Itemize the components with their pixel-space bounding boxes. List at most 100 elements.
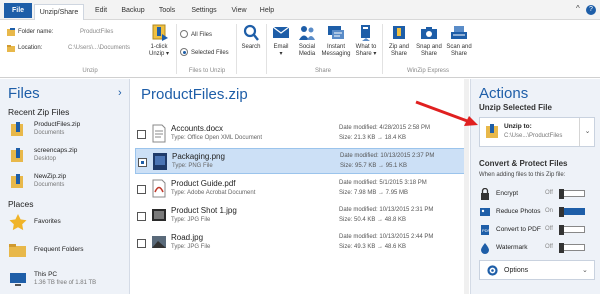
photo-icon bbox=[480, 208, 490, 216]
places-heading: Places bbox=[8, 199, 34, 209]
ribbon-controls: ^ ? bbox=[576, 4, 596, 15]
options-dropdown-icon: ⌄ bbox=[582, 267, 588, 274]
option-state: Off bbox=[545, 226, 553, 232]
convert-pdf-option: PDF Convert to PDF Off bbox=[479, 223, 595, 237]
file-type: Type: JPG File bbox=[171, 244, 211, 250]
file-size: Size: 49.3 KB → 48.6 KB bbox=[339, 244, 407, 250]
file-date: Date modified: 10/13/2015 2:31 PM bbox=[339, 207, 434, 213]
what-to-share-label-1: What to bbox=[355, 44, 377, 50]
reduce-photos-option: Reduce Photos On bbox=[479, 205, 595, 219]
files-sidebar: Files › Recent Zip Files ProductFiles.zi… bbox=[0, 79, 130, 294]
scan-and-share-button[interactable]: Scan and Share bbox=[444, 24, 474, 58]
all-files-radio[interactable]: All Files bbox=[180, 30, 212, 38]
file-checkbox[interactable] bbox=[137, 212, 146, 221]
file-date: Date modified: 10/13/2015 2:37 PM bbox=[340, 153, 435, 159]
menu-help[interactable]: Help bbox=[256, 3, 278, 18]
file-checkbox[interactable] bbox=[137, 130, 146, 139]
unzip-to-path: C:\Use...\ProductFiles bbox=[504, 133, 563, 139]
one-click-unzip-button[interactable]: 1-click Unzip ▾ bbox=[144, 24, 174, 58]
snap-and-share-button[interactable]: Snap and Share bbox=[414, 24, 444, 58]
radio-dot-selected bbox=[180, 48, 188, 56]
search-button[interactable]: Search bbox=[238, 24, 264, 51]
convert-pdf-toggle[interactable] bbox=[559, 225, 585, 235]
instant-messaging-icon bbox=[328, 26, 344, 39]
reduce-photos-toggle[interactable] bbox=[559, 207, 585, 217]
computer-icon bbox=[10, 273, 26, 286]
file-row[interactable]: Product Guide.pdf Type: Adobe Acrobat Do… bbox=[135, 176, 467, 202]
file-name: Product Shot 1.jpg bbox=[171, 206, 237, 215]
recent-item-location: Documents bbox=[34, 182, 65, 188]
option-label: Watermark bbox=[496, 244, 528, 251]
file-size: Size: 95.7 KB → 95.1 KB bbox=[340, 163, 408, 169]
place-favorites[interactable]: Favorites bbox=[8, 211, 126, 235]
place-frequent-folders[interactable]: Frequent Folders bbox=[8, 239, 126, 263]
email-icon bbox=[272, 26, 290, 38]
pdf-file-icon bbox=[152, 179, 166, 198]
option-label: Reduce Photos bbox=[496, 208, 541, 215]
place-name: This PC bbox=[34, 271, 58, 278]
folder-name-field[interactable]: ProductFiles bbox=[80, 29, 113, 35]
menu-file[interactable]: File bbox=[4, 3, 32, 18]
file-checkbox[interactable] bbox=[138, 158, 147, 167]
instant-messaging-label-2: Messaging bbox=[321, 51, 351, 57]
expand-arrow-icon[interactable]: › bbox=[118, 87, 122, 99]
option-label: Encrypt bbox=[496, 190, 519, 197]
all-files-label: All Files bbox=[191, 32, 213, 38]
document-file-icon bbox=[152, 124, 166, 143]
menu-settings[interactable]: Settings bbox=[188, 3, 220, 18]
zip-and-share-button[interactable]: Zip and Share bbox=[384, 24, 414, 58]
file-row[interactable]: Road.jpg Type: JPG File Date modified: 1… bbox=[135, 230, 467, 256]
one-click-unzip-icon bbox=[152, 24, 168, 41]
menu-unzip-share[interactable]: Unzip/Share bbox=[34, 4, 84, 20]
actions-pane: Actions Unzip Selected File Unzip to: C:… bbox=[470, 79, 600, 294]
unzip-group-label: Unzip bbox=[82, 68, 98, 74]
zip-file-icon bbox=[11, 174, 23, 188]
instant-messaging-button[interactable]: Instant Messaging bbox=[320, 24, 352, 58]
files-to-unzip-group-label: Files to Unzip bbox=[188, 68, 226, 74]
email-label-2: ▾ bbox=[279, 51, 283, 57]
file-type: Type: Office Open XML Document bbox=[171, 135, 263, 141]
unzip-to-dropdown-icon[interactable]: ⌄ bbox=[579, 118, 595, 146]
email-button[interactable]: Email ▾ bbox=[268, 24, 294, 58]
location-field[interactable]: C:\Users\...\Documents bbox=[68, 45, 130, 51]
menu-backup[interactable]: Backup bbox=[118, 3, 148, 18]
recent-zip-files-heading: Recent Zip Files bbox=[8, 107, 70, 117]
file-row[interactable]: Product Shot 1.jpg Type: JPG File Date m… bbox=[135, 203, 467, 229]
what-to-share-button[interactable]: What to Share ▾ bbox=[352, 24, 380, 58]
menu-edit[interactable]: Edit bbox=[90, 3, 112, 18]
scan-and-share-label-2: Share bbox=[450, 51, 467, 57]
unzip-to-icon bbox=[486, 124, 498, 138]
file-name: Road.jpg bbox=[171, 233, 204, 242]
file-checkbox[interactable] bbox=[137, 185, 146, 194]
svg-text:PDF: PDF bbox=[482, 228, 491, 233]
option-state: On bbox=[545, 208, 554, 214]
options-button[interactable]: Options ⌄ bbox=[479, 260, 595, 280]
file-checkbox[interactable] bbox=[137, 239, 146, 248]
help-icon[interactable]: ? bbox=[586, 5, 596, 15]
recent-item-screencaps[interactable]: screencaps.zip Desktop bbox=[8, 145, 126, 169]
toggle-knob bbox=[559, 225, 564, 235]
watermark-toggle[interactable] bbox=[559, 243, 585, 253]
selected-files-radio[interactable]: Selected Files bbox=[180, 48, 229, 56]
convert-protect-hint: When adding files to this Zip file: bbox=[479, 172, 566, 178]
watermark-icon bbox=[481, 243, 489, 254]
menu-view[interactable]: View bbox=[228, 3, 250, 18]
collapse-ribbon-icon[interactable]: ^ bbox=[576, 4, 580, 13]
menu-tools[interactable]: Tools bbox=[154, 3, 180, 18]
file-name: Product Guide.pdf bbox=[171, 179, 236, 188]
option-state: Off bbox=[545, 244, 553, 250]
encrypt-toggle[interactable] bbox=[559, 189, 585, 199]
social-media-button[interactable]: Social Media bbox=[294, 24, 320, 58]
recent-item-productfiles[interactable]: ProductFiles.zip Documents bbox=[8, 119, 126, 143]
unzip-selected-heading: Unzip Selected File bbox=[479, 103, 552, 112]
recent-item-newzip[interactable]: NewZip.zip Documents bbox=[8, 171, 126, 195]
place-detail: 1.36 TB free of 1.81 TB bbox=[34, 280, 97, 286]
folder-name-icon bbox=[7, 28, 15, 36]
unzip-to-button[interactable]: Unzip to: C:\Use...\ProductFiles ⌄ bbox=[479, 117, 595, 147]
file-size: Size: 50.4 KB → 48.8 KB bbox=[339, 217, 407, 223]
actions-title: Actions bbox=[479, 85, 529, 102]
place-this-pc[interactable]: This PC 1.36 TB free of 1.81 TB bbox=[8, 269, 126, 293]
zip-and-share-label-1: Zip and bbox=[388, 44, 409, 50]
folder-icon bbox=[9, 244, 26, 257]
file-row-selected[interactable]: Packaging.png Type: PNG File Date modifi… bbox=[135, 148, 467, 174]
